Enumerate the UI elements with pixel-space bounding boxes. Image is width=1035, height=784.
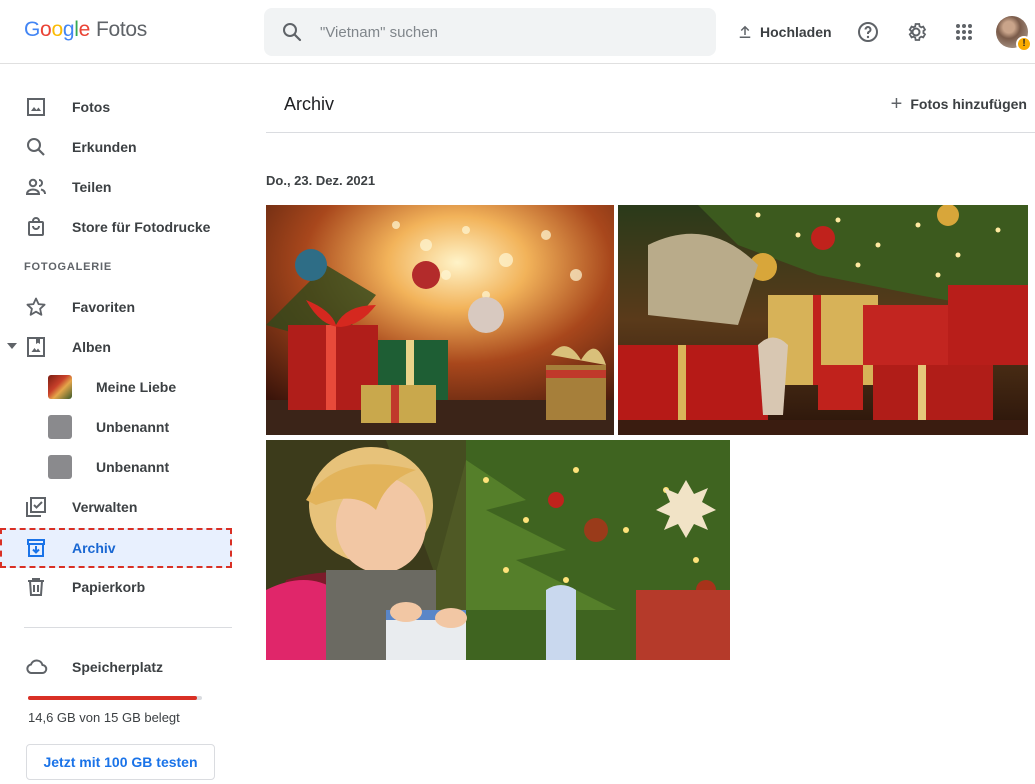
search-icon [27,138,45,156]
photo-icon [27,98,45,116]
logo-letter: o [51,18,63,41]
chevron-down-icon[interactable] [7,343,17,349]
archive-icon [27,539,45,557]
logo-letter: g [62,18,75,41]
warning-badge-icon: ! [1016,36,1032,52]
album-thumbnail [48,455,72,479]
sidebar-item-verwalten[interactable]: Verwalten [0,487,232,527]
sidebar-item-label: Papierkorb [72,579,146,595]
plus-icon: + [890,93,903,115]
sidebar-item-teilen[interactable]: Teilen [0,167,232,207]
upload-icon [739,25,751,38]
photo-thumbnail[interactable] [266,205,614,435]
trash-icon [28,578,44,596]
cloud-icon [26,659,48,674]
add-photos-button[interactable]: + Fotos hinzufügen [890,93,1027,115]
sidebar-divider [24,627,232,628]
google-photos-logo[interactable]: Google Fotos [24,18,147,42]
logo-product-name: Fotos [95,18,148,41]
storage-progress-fill [28,696,198,700]
search-box[interactable] [264,8,716,56]
sidebar-item-label: Erkunden [72,139,137,155]
add-photos-label: Fotos hinzufügen [910,96,1027,112]
photo-thumbnail[interactable] [618,205,1028,435]
date-group-label: Do., 23. Dez. 2021 [266,173,376,188]
logo-letter: G [24,18,41,41]
help-icon[interactable] [856,20,880,44]
sidebar-item-label: Fotos [72,99,111,115]
sidebar-item-label: Verwalten [72,499,138,515]
sidebar-album-meine-liebe[interactable]: Meine Liebe [0,367,232,407]
album-thumbnail [48,415,72,439]
sidebar-item-favoriten[interactable]: Favoriten [0,287,232,327]
album-label: Meine Liebe [96,379,177,395]
star-icon [26,297,46,316]
search-input[interactable] [320,20,700,44]
sidebar-item-fotos[interactable]: Fotos [0,87,232,127]
apps-grid-icon[interactable] [952,20,976,44]
sidebar-item-label: Alben [72,339,111,355]
logo-letter: o [40,18,52,41]
sidebar-item-store[interactable]: Store für Fotodrucke [0,207,232,247]
sidebar-item-label: Favoriten [72,299,136,315]
shopping-bag-icon [28,217,44,236]
upload-button[interactable]: Hochladen [736,18,832,46]
people-icon [25,178,46,195]
album-label: Unbenannt [96,459,170,475]
storage-progress-bar [28,696,202,700]
section-label-fotogalerie: FOTOGALERIE [24,261,113,273]
sidebar-item-alben[interactable]: Alben [0,327,232,367]
storage-usage-text: 14,6 GB von 15 GB belegt [28,710,180,725]
sidebar: Fotos Erkunden Teilen Store für Fotodruc… [0,64,248,784]
sidebar-item-label: Store für Fotodrucke [72,219,211,235]
gear-icon[interactable] [904,20,928,44]
top-bar: GoogleFotos Hochladen ! [0,0,1035,64]
album-thumbnail [48,375,72,399]
sidebar-album-unbenannt-2[interactable]: Unbenannt [0,447,232,487]
sidebar-item-label: Archiv [72,540,116,556]
page-title: Archiv [284,94,335,114]
photo-thumbnail[interactable] [266,440,730,660]
search-icon[interactable] [280,20,304,44]
sidebar-item-papierkorb[interactable]: Papierkorb [0,567,232,607]
sidebar-item-erkunden[interactable]: Erkunden [0,127,232,167]
logo-letter: e [78,18,91,41]
main-content: Archiv + Fotos hinzufügen Do., 23. Dez. … [264,64,1035,784]
manage-icon [26,497,46,517]
sidebar-album-unbenannt-1[interactable]: Unbenannt [0,407,232,447]
upload-label: Hochladen [760,24,832,40]
try-100gb-button[interactable]: Jetzt mit 100 GB testen [26,744,215,780]
sidebar-item-archiv[interactable]: Archiv [0,528,232,568]
sidebar-item-label: Teilen [72,179,112,195]
sidebar-item-label: Speicherplatz [72,659,164,675]
album-label: Unbenannt [96,419,170,435]
account-avatar[interactable]: ! [996,16,1032,52]
album-icon [27,337,45,357]
header-divider [266,132,1035,133]
sidebar-item-speicherplatz[interactable]: Speicherplatz [0,647,232,687]
